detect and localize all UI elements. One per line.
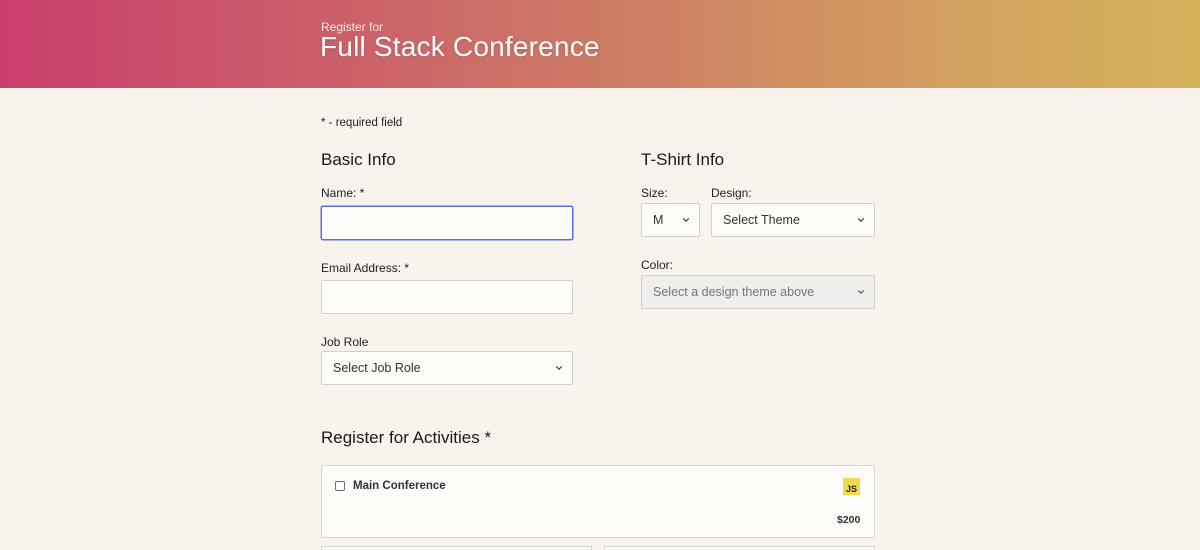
- activity-price: $200: [837, 514, 861, 526]
- javascript-icon: JS: [843, 478, 860, 495]
- activity-card-next-right[interactable]: [604, 546, 875, 550]
- page-header: Register for Full Stack Conference: [0, 0, 1200, 88]
- chevron-down-icon: [857, 218, 865, 222]
- basic-info-heading: Basic Info: [321, 150, 396, 169]
- job-role-label: Job Role: [321, 335, 369, 349]
- design-label: Design:: [711, 186, 752, 200]
- activities-heading: Register for Activities *: [321, 428, 492, 447]
- color-select[interactable]: Select a design theme above: [641, 275, 875, 309]
- activity-card-next-left[interactable]: [321, 546, 592, 550]
- chevron-down-icon: [857, 290, 865, 294]
- size-select[interactable]: M: [641, 203, 700, 237]
- email-field[interactable]: [321, 280, 573, 314]
- design-selected-value: Select Theme: [723, 213, 800, 227]
- design-select[interactable]: Select Theme: [711, 203, 875, 237]
- name-field[interactable]: [321, 206, 573, 240]
- chevron-down-icon: [555, 366, 563, 370]
- size-selected-value: M: [653, 213, 664, 227]
- color-selected-value: Select a design theme above: [653, 285, 815, 299]
- activity-name: Main Conference: [353, 480, 446, 492]
- color-label: Color:: [641, 258, 674, 272]
- page-title: Full Stack Conference: [320, 31, 600, 62]
- job-role-selected-value: Select Job Role: [333, 361, 421, 375]
- chevron-down-icon: [682, 218, 690, 222]
- required-field-note: * - required field: [321, 117, 403, 129]
- name-label: Name: *: [321, 186, 365, 200]
- activity-card-main-conference[interactable]: Main Conference JS $200: [321, 465, 875, 538]
- tshirt-info-heading: T-Shirt Info: [641, 150, 725, 169]
- email-label: Email Address: *: [321, 261, 410, 275]
- job-role-select[interactable]: Select Job Role: [321, 351, 573, 385]
- size-label: Size:: [641, 186, 668, 200]
- main-conference-checkbox[interactable]: [335, 481, 345, 491]
